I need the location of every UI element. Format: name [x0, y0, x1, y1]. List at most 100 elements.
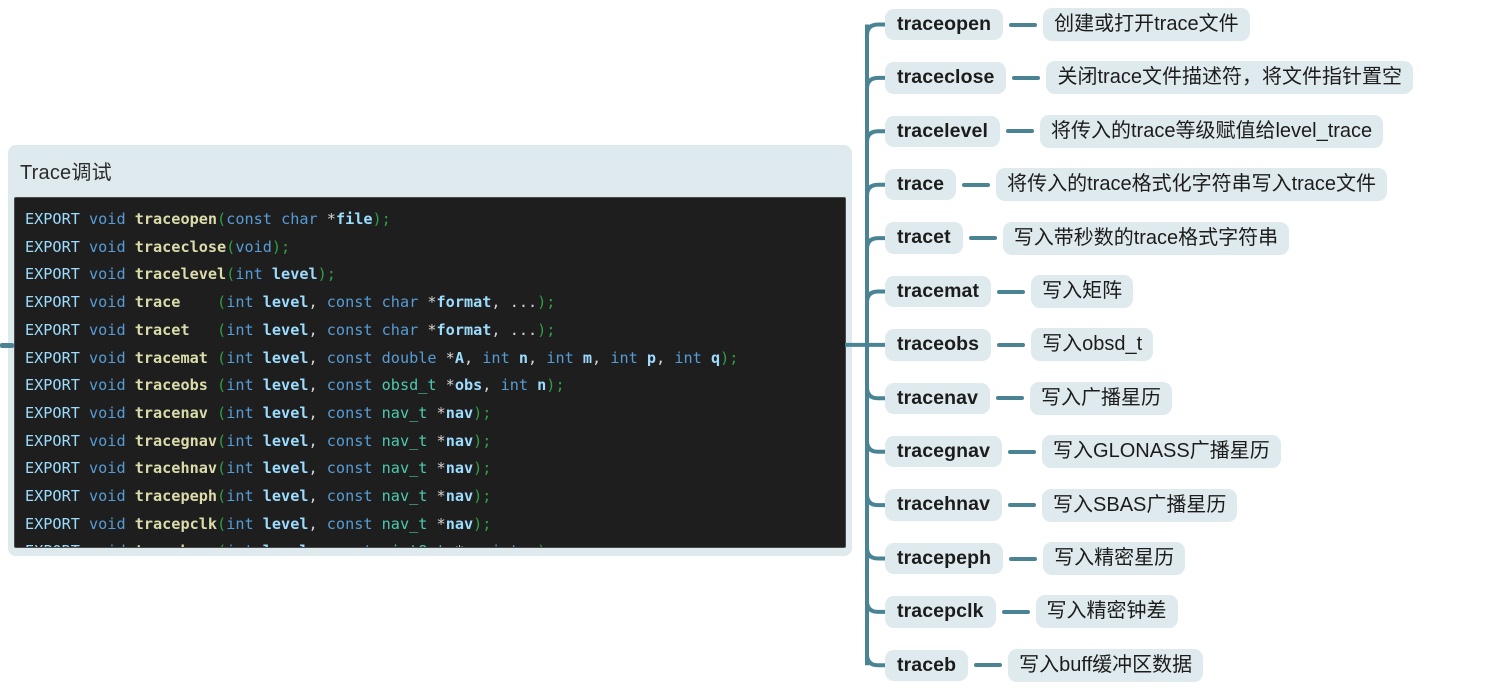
- code-token: nav: [445, 403, 474, 422]
- mindmap-node[interactable]: tracepeph 写入精密星历: [885, 540, 1186, 578]
- code-token: nav: [445, 487, 474, 506]
- mindmap-node-description[interactable]: 写入buff缓冲区数据: [1008, 648, 1204, 682]
- code-token: n: [518, 348, 529, 367]
- mindmap-node-key[interactable]: tracegnav: [885, 435, 1003, 468]
- mindmap-node-key[interactable]: tracehnav: [885, 489, 1003, 521]
- mindmap-node-key[interactable]: traceopen: [885, 8, 1004, 41]
- mindmap-node-description[interactable]: 写入SBAS广播星历: [1042, 488, 1238, 522]
- code-token: tracet: [134, 320, 218, 339]
- code-token: nav: [445, 459, 474, 478]
- code-token: );: [473, 487, 492, 506]
- code-token: level: [263, 542, 309, 547]
- mindmap-node-link: [997, 289, 1026, 294]
- mindmap-node[interactable]: tracet 写入带秒数的trace格式字符串: [885, 219, 1290, 257]
- mindmap-node[interactable]: trace 将传入的trace格式化字符串写入trace文件: [885, 166, 1388, 204]
- mindmap-node[interactable]: traceb 写入buff缓冲区数据: [885, 646, 1204, 684]
- mindmap-node[interactable]: tracelevel 将传入的trace等级赋值给level_trace: [885, 112, 1384, 150]
- mindmap-node-key[interactable]: tracepeph: [885, 542, 1004, 575]
- code-token: (: [217, 320, 227, 339]
- code-token: ,: [308, 320, 327, 339]
- code-token: int: [610, 348, 647, 367]
- mindmap-node-key[interactable]: traceobs: [885, 329, 992, 361]
- code-token: int: [226, 487, 263, 506]
- mindmap-branch: [865, 236, 887, 252]
- mindmap-node-link: [1009, 556, 1038, 561]
- code-token: int: [546, 348, 583, 367]
- mindmap-node-key[interactable]: traceb: [885, 649, 969, 682]
- mindmap-node-key[interactable]: tracelevel: [885, 115, 1000, 148]
- code-line: EXPORT void tracemat (int level, const d…: [25, 345, 845, 373]
- code-token: level: [262, 293, 309, 312]
- code-token: trace: [134, 293, 218, 312]
- mindmap-node-key[interactable]: tracenav: [885, 382, 991, 415]
- code-token: const: [326, 514, 382, 533]
- mindmap-node[interactable]: tracehnav 写入SBAS广播星历: [885, 486, 1238, 524]
- mindmap-node[interactable]: tracepclk 写入精密钟差: [885, 593, 1178, 631]
- mindmap-node[interactable]: traceclose 关闭trace文件描述符，将文件指针置空: [885, 59, 1413, 97]
- code-token: int: [235, 265, 272, 284]
- mindmap-node-description[interactable]: 写入obsd_t: [1031, 328, 1154, 362]
- code-line: EXPORT void traceopen(const char *file);: [25, 206, 845, 234]
- code-line: EXPORT void traceobs (int level, const o…: [25, 372, 845, 400]
- mindmap-node-key[interactable]: traceclose: [885, 62, 1007, 94]
- code-token: void: [89, 431, 135, 450]
- mindmap-node[interactable]: tracemat 写入矩阵: [885, 273, 1134, 311]
- mindmap-branch: [865, 438, 887, 454]
- code-token: tracehnav: [134, 459, 218, 478]
- code-token: tracelevel: [134, 265, 227, 284]
- code-line: EXPORT void traceb (int level, const uin…: [25, 538, 845, 547]
- code-token: const: [327, 542, 382, 547]
- code-token: EXPORT: [25, 237, 90, 256]
- mindmap-node-description[interactable]: 将传入的trace等级赋值给level_trace: [1040, 114, 1384, 148]
- mindmap-node-key[interactable]: trace: [885, 168, 957, 201]
- code-token: tracepclk: [134, 514, 218, 533]
- code-card-title: Trace调试: [20, 162, 112, 184]
- mindmap-node-description[interactable]: 关闭trace文件描述符，将文件指针置空: [1046, 61, 1413, 95]
- mindmap-node-description[interactable]: 写入精密星历: [1043, 542, 1186, 575]
- code-token: const: [226, 210, 282, 228]
- mindmap-node-description[interactable]: 写入广播星历: [1030, 381, 1173, 415]
- code-token: int: [226, 403, 263, 422]
- code-token: void: [235, 237, 272, 256]
- mindmap-node-key[interactable]: tracemat: [885, 275, 992, 308]
- code-token: *: [436, 431, 446, 450]
- code-token: const: [326, 459, 382, 478]
- code-token: (: [217, 514, 227, 533]
- code-line: EXPORT void tracelevel(int level);: [25, 261, 845, 289]
- code-token: char: [381, 320, 428, 339]
- mindmap-node-key[interactable]: tracet: [885, 222, 963, 254]
- mindmap-branch: [865, 75, 887, 91]
- mindmap-node-description[interactable]: 写入精密钟差: [1035, 595, 1178, 629]
- code-token: tracenav: [134, 403, 218, 422]
- code-token: uint8_t: [382, 542, 455, 547]
- mindmap-node[interactable]: tracegnav 写入GLONASS广播星历: [885, 433, 1281, 471]
- code-token: ,: [308, 514, 327, 533]
- code-token: q: [710, 348, 721, 367]
- mindmap-branch: [865, 492, 887, 508]
- code-token: );: [473, 403, 492, 422]
- code-line: EXPORT void trace (int level, const char…: [25, 289, 845, 317]
- mindmap-node-description[interactable]: 将传入的trace格式化字符串写入trace文件: [996, 168, 1388, 202]
- code-token: ,: [592, 348, 611, 367]
- code-token: obsd_t: [381, 376, 446, 395]
- mindmap-node-description[interactable]: 写入带秒数的trace格式字符串: [1002, 221, 1290, 255]
- mindmap-node[interactable]: traceobs 写入obsd_t: [885, 326, 1154, 364]
- mindmap-node-description[interactable]: 创建或打开trace文件: [1043, 8, 1250, 41]
- code-token: *: [445, 376, 455, 395]
- code-token: void: [89, 210, 135, 228]
- mindmap-node-description[interactable]: 写入矩阵: [1031, 275, 1134, 308]
- code-token: char: [281, 210, 327, 228]
- mindmap-node[interactable]: traceopen 创建或打开trace文件: [885, 6, 1250, 44]
- mindmap-node-link: [1008, 449, 1037, 454]
- mindmap-node-link: [974, 663, 1003, 668]
- code-line: EXPORT void tracepclk(int level, const n…: [25, 511, 845, 539]
- mindmap-node-key[interactable]: tracepclk: [885, 596, 996, 628]
- code-token: void: [89, 376, 135, 395]
- code-token: nav_t: [381, 403, 437, 422]
- code-token: const: [326, 293, 382, 312]
- mindmap-node[interactable]: tracenav 写入广播星历: [885, 379, 1173, 417]
- mindmap-branch: [865, 129, 887, 145]
- code-token: const: [326, 348, 382, 367]
- mindmap-node-description[interactable]: 写入GLONASS广播星历: [1042, 435, 1281, 469]
- code-token: int: [226, 348, 263, 367]
